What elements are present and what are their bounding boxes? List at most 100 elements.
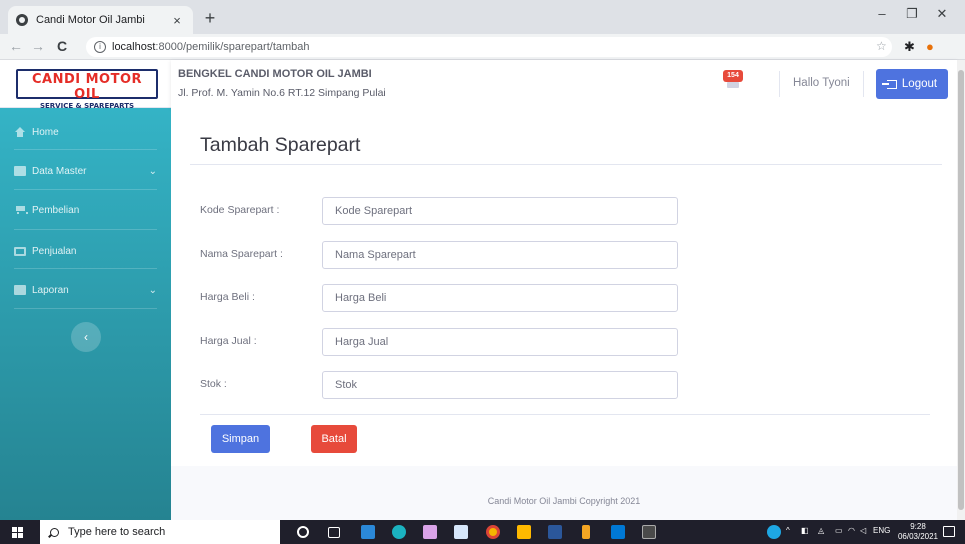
shop-name: BENGKEL CANDI MOTOR OIL JAMBI — [178, 68, 372, 80]
notification-center-icon[interactable] — [943, 526, 955, 537]
word-icon[interactable] — [548, 525, 562, 539]
globe-icon — [16, 14, 28, 26]
wifi-icon[interactable]: ◠ — [848, 526, 855, 535]
form-divider — [200, 414, 930, 415]
sidebar-item-label: Penjualan — [32, 245, 77, 257]
tray-app-icon[interactable]: ◧ — [801, 526, 809, 535]
close-window-button[interactable]: ✕ — [928, 6, 956, 22]
notification-badge: 154 — [723, 70, 743, 82]
form-row-stok: Stok : — [200, 371, 700, 399]
clock-date: 06/03/2021 — [897, 532, 939, 541]
sidebar-item-pembelian[interactable]: Pembelian — [0, 190, 171, 230]
title-divider — [190, 164, 942, 165]
chrome-icon[interactable] — [486, 525, 500, 539]
save-button[interactable]: Simpan — [211, 425, 270, 453]
sidebar-item-data-master[interactable]: Data Master ⌄ — [0, 151, 171, 191]
sidebar-item-label: Data Master — [32, 165, 87, 177]
new-tab-button[interactable]: + — [200, 8, 220, 29]
sidebar-item-label: Home — [32, 126, 59, 138]
task-view-icon[interactable] — [328, 527, 340, 538]
url-input[interactable]: i localhost:8000/pemilik/sparepart/tamba… — [86, 37, 892, 57]
browser-tab[interactable]: Candi Motor Oil Jambi × — [8, 6, 193, 34]
footer: Candi Motor Oil Jambi Copyright 2021 — [171, 474, 957, 520]
tab-close-icon[interactable]: × — [169, 13, 185, 28]
dropbox-icon[interactable] — [454, 525, 468, 539]
tray-network-icon[interactable]: ◬ — [818, 526, 824, 535]
sidebar-divider — [14, 149, 157, 150]
extension-fox-icon[interactable]: ● — [926, 39, 934, 54]
form-row-harga-beli: Harga Beli : — [200, 284, 700, 312]
stok-input[interactable] — [322, 371, 678, 399]
mail-app-icon[interactable] — [361, 525, 375, 539]
url-host: localhost — [112, 41, 156, 53]
sidebar-item-laporan[interactable]: Laporan ⌄ — [0, 270, 171, 310]
logout-label: Logout — [901, 78, 938, 90]
sidebar-item-home[interactable]: Home — [0, 112, 171, 152]
battery-icon[interactable]: ▭ — [835, 526, 843, 535]
sidebar-item-label: Laporan — [32, 284, 69, 296]
harga-jual-input[interactable] — [322, 328, 678, 356]
logout-icon — [881, 79, 897, 89]
bookmark-star-icon[interactable]: ☆ — [876, 39, 887, 53]
logo-subtitle: SERVICE & SPAREPARTS — [39, 102, 135, 110]
minimize-button[interactable]: – — [868, 6, 896, 21]
back-arrow-icon[interactable]: ← — [6, 38, 26, 54]
notification-bell-icon[interactable]: 154 — [723, 70, 743, 90]
sidebar-divider — [14, 268, 157, 269]
form-row-kode: Kode Sparepart : — [200, 197, 700, 225]
chevron-down-icon: ⌄ — [148, 284, 157, 296]
home-icon — [14, 127, 26, 137]
kode-label: Kode Sparepart : — [200, 204, 280, 216]
cart-icon — [14, 205, 28, 215]
topbar: BENGKEL CANDI MOTOR OIL JAMBI Jl. Prof. … — [171, 60, 957, 108]
url-path: :8000/pemilik/sparepart/tambah — [155, 41, 310, 53]
info-icon[interactable]: i — [94, 41, 106, 53]
brand-area[interactable]: CANDI MOTOR OIL SERVICE & SPAREPARTS — [0, 60, 171, 110]
volume-icon[interactable]: ◁ — [860, 526, 866, 535]
nama-sparepart-input[interactable] — [322, 241, 678, 269]
edge-browser-icon[interactable] — [392, 525, 406, 539]
harga-beli-label: Harga Beli : — [200, 291, 255, 303]
extensions-icon[interactable]: ✱ — [904, 39, 915, 55]
logout-button[interactable]: Logout — [876, 69, 948, 99]
money-icon — [14, 246, 26, 256]
sidebar-divider — [14, 308, 157, 309]
scrollbar-thumb[interactable] — [958, 70, 964, 510]
sidebar-divider — [14, 229, 157, 230]
page-title: Tambah Sparepart — [200, 134, 361, 156]
page-scrollbar[interactable] — [957, 60, 965, 520]
user-greeting[interactable]: Hallo Tyoni — [793, 77, 850, 89]
cancel-button[interactable]: Batal — [311, 425, 357, 453]
harga-jual-label: Harga Jual : — [200, 335, 257, 347]
nama-label: Nama Sparepart : — [200, 248, 283, 260]
sidebar: CANDI MOTOR OIL SERVICE & SPAREPARTS Hom… — [0, 60, 171, 520]
search-placeholder: Type here to search — [68, 526, 166, 538]
cortana-icon[interactable] — [297, 526, 309, 538]
clock[interactable]: 9:28 06/03/2021 — [896, 522, 940, 542]
windows-start-icon[interactable] — [12, 527, 23, 538]
language-indicator[interactable]: ENG — [873, 526, 890, 535]
reload-icon[interactable]: C — [52, 38, 72, 54]
content-spacer — [171, 466, 957, 474]
forward-arrow-icon[interactable]: → — [28, 38, 48, 54]
harga-beli-input[interactable] — [322, 284, 678, 312]
shop-address: Jl. Prof. M. Yamin No.6 RT.12 Simpang Pu… — [178, 87, 386, 99]
stok-label: Stok : — [200, 378, 227, 390]
brand-logo[interactable]: CANDI MOTOR OIL SERVICE & SPAREPARTS — [16, 69, 158, 110]
taskbar-search-input[interactable]: Type here to search — [40, 520, 280, 544]
restore-button[interactable]: ❐ — [898, 6, 926, 22]
tray-chevron-up-icon[interactable]: ^ — [786, 526, 790, 535]
kode-sparepart-input[interactable] — [322, 197, 678, 225]
vscode-icon[interactable] — [611, 525, 625, 539]
help-icon[interactable] — [767, 525, 781, 539]
clock-time: 9:28 — [910, 522, 926, 531]
file-explorer-icon[interactable] — [517, 525, 531, 539]
copyright-text: Candi Motor Oil Jambi Copyright 2021 — [487, 496, 641, 506]
photoshop-icon[interactable] — [423, 525, 437, 539]
sidebar-toggle-button[interactable]: ‹ — [71, 322, 101, 352]
terminal-icon[interactable] — [642, 525, 656, 539]
topbar-divider — [863, 71, 864, 97]
sidebar-item-penjualan[interactable]: Penjualan — [0, 231, 171, 271]
main-content: Tambah Sparepart Kode Sparepart : Nama S… — [171, 108, 957, 520]
sublime-icon[interactable] — [582, 525, 590, 539]
